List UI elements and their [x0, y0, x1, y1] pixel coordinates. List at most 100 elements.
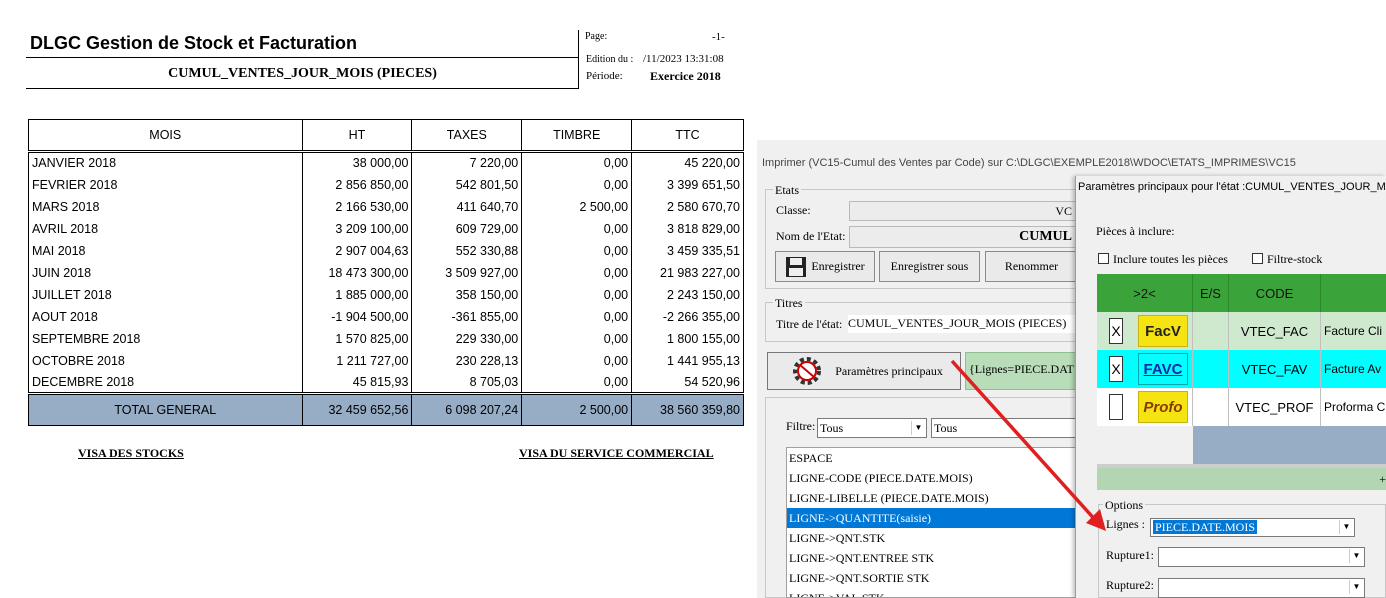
table-cell: 1 885 000,00 [301, 283, 413, 306]
parametres-button[interactable]: Paramètres principaux [767, 352, 961, 390]
table-cell: MARS 2018 [28, 195, 303, 218]
grid-cell-es[interactable] [1193, 312, 1229, 350]
table-row: OCTOBRE 2018 1 211 727,00 230 228,13 0,00 1 … [28, 349, 744, 372]
titres-label: Titres [773, 296, 805, 311]
chevron-down-icon[interactable]: ▼ [1339, 520, 1353, 534]
inclure-check-box[interactable] [1098, 253, 1109, 264]
table-cell: SEPTEMBRE 2018 [28, 327, 303, 350]
grid-cell-label[interactable]: Proforma C [1321, 388, 1386, 426]
gear-icon [793, 357, 822, 385]
filtre-label: Filtre: [786, 419, 816, 433]
grid-header-code[interactable]: CODE [1229, 274, 1321, 312]
visa-commercial: VISA DU SERVICE COMMERCIAL [519, 446, 714, 460]
list-item[interactable]: LIGNE->QNT.SORTIE STK [787, 568, 1079, 588]
table-cell: -361 855,00 [411, 305, 523, 328]
table-cell: 0,00 [521, 217, 633, 240]
table-cell: 1 570 825,00 [301, 327, 413, 350]
grid-row[interactable]: X FacV VTEC_FAC Facture Cli [1097, 312, 1386, 350]
chevron-down-icon[interactable]: ▼ [1349, 549, 1363, 563]
grid-empty-row [1193, 426, 1386, 464]
grid-cell-es[interactable] [1193, 350, 1229, 388]
table-cell: 542 801,50 [411, 173, 523, 196]
row-checkbox[interactable]: X [1109, 318, 1123, 344]
piece-type-icon: Profo [1138, 391, 1188, 423]
table-row: AOUT 2018 -1 904 500,00 -361 855,00 0,00 -2 … [28, 305, 744, 328]
report-table-body: JANVIER 2018 38 000,00 7 220,00 0,00 45 220,… [28, 151, 744, 394]
table-cell: 0,00 [521, 239, 633, 262]
lignes-select[interactable]: PIECE.DATE.MOIS ▼ [1150, 518, 1355, 537]
grid-header-es[interactable]: E/S [1193, 274, 1229, 312]
edition-value: /11/2023 13:31:08 [643, 53, 724, 65]
rupture1-label: Rupture1: [1106, 548, 1154, 562]
list-item[interactable]: LIGNE->QNT.ENTREE STK [787, 548, 1079, 568]
periode-label: Période: [586, 70, 623, 82]
inclure-checkbox[interactable]: Inclure toutes les pièces [1098, 252, 1228, 267]
report-rule-top [26, 57, 579, 58]
pieces-grid[interactable]: >2< E/S CODE X FacV VTEC_FAC Facture Cli X FA… [1097, 274, 1386, 490]
floppy-icon [786, 256, 807, 277]
list-item[interactable]: LIGNE->VAL.STK [787, 588, 1079, 597]
total-cell: 38 560 359,80 [631, 392, 744, 426]
report-total-row: TOTAL GENERAL 32 459 652,56 6 098 207,24 2 … [28, 392, 744, 426]
grid-cell-code[interactable]: VTEC_FAV [1229, 350, 1321, 388]
enregistrer-sous-button[interactable]: Enregistrer sous [879, 251, 980, 282]
lignes-select-value: PIECE.DATE.MOIS [1153, 520, 1258, 534]
filtre-select[interactable]: Tous ▼ [817, 418, 927, 438]
rupture1-select[interactable]: ▼ [1158, 547, 1365, 567]
inclure-label: Inclure toutes les pièces [1113, 252, 1228, 266]
report-col-header: TIMBRE [521, 119, 633, 152]
grid-cell-select[interactable]: X FacV [1097, 312, 1193, 350]
nom-field[interactable]: CUMUL [849, 226, 1077, 248]
total-cell: 6 098 207,24 [411, 392, 523, 426]
grid-header-select[interactable]: >2< [1097, 274, 1193, 312]
table-cell: OCTOBRE 2018 [28, 349, 303, 372]
classe-field[interactable]: VC [849, 201, 1077, 221]
report-rule-bottom [26, 88, 579, 89]
pieces-label: Pièces à inclure: [1096, 224, 1175, 238]
table-cell: 0,00 [521, 283, 633, 306]
table-cell: 2 243 150,00 [631, 283, 744, 306]
table-cell: 2 856 850,00 [301, 173, 413, 196]
grid-add-row[interactable]: + [1097, 468, 1386, 490]
grid-cell-es[interactable] [1193, 388, 1229, 426]
periode-value: Exercice 2018 [650, 69, 721, 83]
table-cell: 3 209 100,00 [301, 217, 413, 240]
piece-type-icon: FacV [1138, 315, 1188, 347]
grid-row[interactable]: X FAVC VTEC_FAV Facture Av [1097, 350, 1386, 388]
grid-cell-code[interactable]: VTEC_FAC [1229, 312, 1321, 350]
table-row: DECEMBRE 2018 45 815,93 8 705,03 0,00 54 520… [28, 371, 744, 394]
titre-etat-field[interactable]: CUMUL_VENTES_JOUR_MOIS (PIECES) [848, 315, 1078, 333]
table-cell: 411 640,70 [411, 195, 523, 218]
table-cell: 0,00 [521, 261, 633, 284]
report-table-header: MOIS HT TAXES TIMBRE TTC [28, 119, 744, 152]
table-cell: FEVRIER 2018 [28, 173, 303, 196]
grid-cell-code[interactable]: VTEC_PROF [1229, 388, 1321, 426]
table-cell: 3 818 829,00 [631, 217, 744, 240]
report-subtitle: CUMUL_VENTES_JOUR_MOIS (PIECES) [168, 66, 437, 81]
chevron-down-icon[interactable]: ▼ [911, 421, 925, 435]
table-cell: AVRIL 2018 [28, 217, 303, 240]
table-row: JUILLET 2018 1 885 000,00 358 150,00 0,00 2 … [28, 283, 744, 306]
table-cell: 0,00 [521, 151, 633, 174]
dialog-title: Imprimer (VC15-Cumul des Ventes par Code… [762, 157, 1296, 169]
grid-cell-label[interactable]: Facture Cli [1321, 312, 1386, 350]
table-cell: 2 580 670,70 [631, 195, 744, 218]
table-cell: 3 459 335,51 [631, 239, 744, 262]
page-label: Page: [585, 31, 608, 42]
table-cell: MAI 2018 [28, 239, 303, 262]
table-cell: 1 211 727,00 [301, 349, 413, 372]
table-cell: 54 520,96 [631, 371, 744, 394]
grid-header-label[interactable] [1321, 274, 1386, 312]
filtre-stock-checkbox[interactable]: Filtre-stock [1252, 252, 1322, 267]
filtre-stock-check-box[interactable] [1252, 253, 1263, 264]
grid-cell-label[interactable]: Facture Av [1321, 350, 1386, 388]
enregistrer-button[interactable]: Enregistrer [775, 251, 875, 282]
rupture2-select[interactable]: ▼ [1158, 578, 1365, 598]
grid-row[interactable]: Profo VTEC_PROF Proforma C [1097, 388, 1386, 426]
chevron-down-icon[interactable]: ▼ [1349, 580, 1363, 594]
table-cell: 358 150,00 [411, 283, 523, 306]
table-cell: 38 000,00 [301, 151, 413, 174]
renommer-button[interactable]: Renommer [985, 251, 1078, 282]
edition-label: Edition du : [586, 54, 634, 65]
table-cell: 21 983 227,00 [631, 261, 744, 284]
